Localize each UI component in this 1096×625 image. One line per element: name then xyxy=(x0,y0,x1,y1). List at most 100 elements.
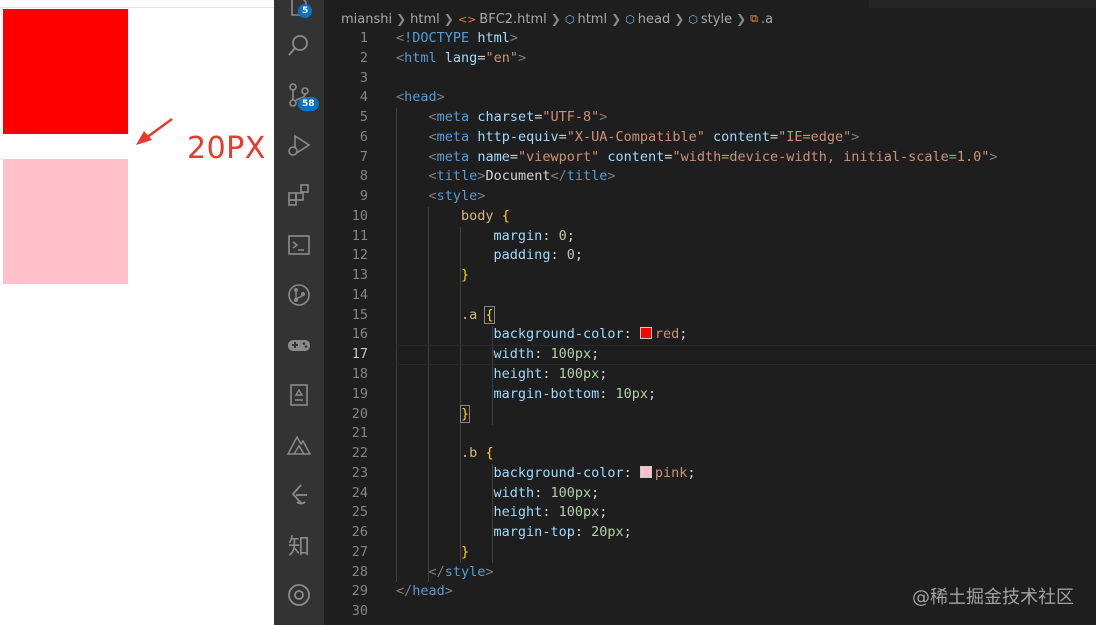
breadcrumb-selector[interactable]: .a xyxy=(761,12,773,27)
gamepad-icon[interactable] xyxy=(274,325,324,365)
code-line: 11 margin: 0; xyxy=(324,227,1096,247)
tab-strip xyxy=(324,0,1096,8)
code-line: 7 <meta name="viewport" content="width=d… xyxy=(324,148,1096,168)
line-number: 15 xyxy=(351,306,368,323)
source-control-icon[interactable]: 58 xyxy=(274,75,324,115)
line-number: 22 xyxy=(351,445,368,462)
color-swatch-red[interactable] xyxy=(639,327,652,340)
line-number: 11 xyxy=(351,227,368,244)
breadcrumb-html[interactable]: html xyxy=(577,12,607,27)
leetcode-icon[interactable] xyxy=(274,475,324,515)
explorer-icon[interactable]: 5 xyxy=(274,0,324,26)
color-swatch-pink[interactable] xyxy=(639,465,652,478)
line-number: 1 xyxy=(359,30,368,46)
line-number: 24 xyxy=(351,484,368,501)
chevron-right-icon: ❯ xyxy=(674,12,685,26)
red-box-a xyxy=(3,9,128,134)
line-number: 8 xyxy=(359,168,368,185)
code-line: 15 .a { xyxy=(324,305,1096,326)
code-line: 21 xyxy=(324,424,1096,444)
breadcrumb-subfolder[interactable]: html xyxy=(410,12,440,27)
line-number: 2 xyxy=(359,49,368,66)
code-line: 6 <meta http-equiv="X-UA-Compatible" con… xyxy=(324,128,1096,148)
zhihu-icon[interactable]: 知 xyxy=(274,525,324,565)
extensions-icon[interactable] xyxy=(274,175,324,215)
code-line: 4 <head> xyxy=(324,88,1096,108)
line-number: 13 xyxy=(351,267,368,284)
code-line: 20 } xyxy=(324,404,1096,425)
line-number: 23 xyxy=(351,464,368,481)
cube-icon: ⬡ xyxy=(564,12,575,26)
code-editor[interactable]: mianshi ❯ html ❯ <> BFC2.html ❯ ⬡ html ❯… xyxy=(324,0,1096,625)
line-number: 14 xyxy=(351,286,368,303)
line-number: 12 xyxy=(351,247,368,264)
line-number: 5 xyxy=(359,109,368,126)
code-line: 13 } xyxy=(324,266,1096,286)
terminal-icon[interactable] xyxy=(274,225,324,265)
html-file-icon: <> xyxy=(457,12,477,26)
run-debug-icon[interactable] xyxy=(274,125,324,165)
breadcrumb-file[interactable]: BFC2.html xyxy=(479,12,547,27)
line-number: 20 xyxy=(351,405,368,422)
watermark: @稀土掘金技术社区 xyxy=(912,587,1074,608)
chevron-right-icon: ❯ xyxy=(736,12,747,26)
line-number: 10 xyxy=(351,207,368,224)
preview-top-border xyxy=(0,7,274,8)
line-number: 25 xyxy=(351,504,368,521)
annotation-arrow-icon xyxy=(136,117,173,145)
book-icon[interactable] xyxy=(274,375,324,415)
code-line: 5 <meta charset="UTF-8"> xyxy=(324,108,1096,128)
line-number: 4 xyxy=(359,89,368,106)
code-area[interactable]: 1 <!DOCTYPE html> 2 <html lang="en"> 3 4 <h… xyxy=(324,29,1096,622)
chevron-right-icon: ❯ xyxy=(611,12,622,26)
cube-icon: ⬡ xyxy=(625,12,635,26)
code-line: 25 height: 100px; xyxy=(324,503,1096,523)
source-control-badge: 58 xyxy=(298,97,319,111)
breadcrumb-style[interactable]: style xyxy=(701,12,732,27)
line-number: 18 xyxy=(351,366,368,383)
line-number: 17 xyxy=(351,346,368,363)
code-line: 2 <html lang="en"> xyxy=(324,49,1096,69)
line-number: 9 xyxy=(359,188,368,205)
line-number: 7 xyxy=(359,148,368,165)
line-number: 6 xyxy=(359,128,368,145)
code-line: 19 margin-bottom: 10px; xyxy=(324,385,1096,405)
breadcrumb: mianshi ❯ html ❯ <> BFC2.html ❯ ⬡ html ❯… xyxy=(341,10,773,28)
activity-bar: 5 58 知 xyxy=(274,0,324,625)
search-icon[interactable] xyxy=(274,25,324,65)
settings-circle-icon[interactable] xyxy=(274,575,324,615)
breadcrumb-folder[interactable]: mianshi xyxy=(341,12,392,27)
code-line: 16 background-color: red; xyxy=(324,325,1096,345)
git-graph-icon[interactable] xyxy=(274,275,324,315)
code-line: 1 <!DOCTYPE html> xyxy=(324,29,1096,49)
line-number: 21 xyxy=(351,425,368,442)
cube-icon: ⬡ xyxy=(688,12,698,26)
code-line: 18 height: 100px; xyxy=(324,365,1096,385)
code-line: 14 xyxy=(324,286,1096,306)
code-line: 3 xyxy=(324,69,1096,89)
line-number: 27 xyxy=(351,543,368,560)
chevron-right-icon: ❯ xyxy=(396,12,407,26)
line-number: 26 xyxy=(351,524,368,541)
mountain-icon[interactable] xyxy=(274,425,324,465)
code-line: 9 <style> xyxy=(324,187,1096,207)
code-line: 10 body { xyxy=(324,207,1096,227)
code-line: 12 padding: 0; xyxy=(324,246,1096,266)
code-line: 24 width: 100px; xyxy=(324,484,1096,504)
line-number: 19 xyxy=(351,385,368,402)
line-number: 16 xyxy=(351,326,368,343)
line-number: 29 xyxy=(351,583,368,600)
code-line: 22 .b { xyxy=(324,444,1096,464)
margin-annotation: 20PX xyxy=(187,131,266,166)
code-line: 26 margin-top: 20px; xyxy=(324,523,1096,543)
code-line: 27 } xyxy=(324,543,1096,563)
browser-preview: 20PX xyxy=(0,0,274,625)
breadcrumb-head[interactable]: head xyxy=(638,12,670,27)
line-number: 28 xyxy=(351,563,368,580)
code-line: 8 <title>Document</title> xyxy=(324,167,1096,187)
code-line: 23 background-color: pink; xyxy=(324,464,1096,484)
line-number: 30 xyxy=(351,603,368,620)
selector-icon: ⧉ xyxy=(750,12,759,25)
code-line: 28 </style> xyxy=(324,563,1096,583)
code-line-current: 17 width: 100px; xyxy=(324,345,1096,366)
